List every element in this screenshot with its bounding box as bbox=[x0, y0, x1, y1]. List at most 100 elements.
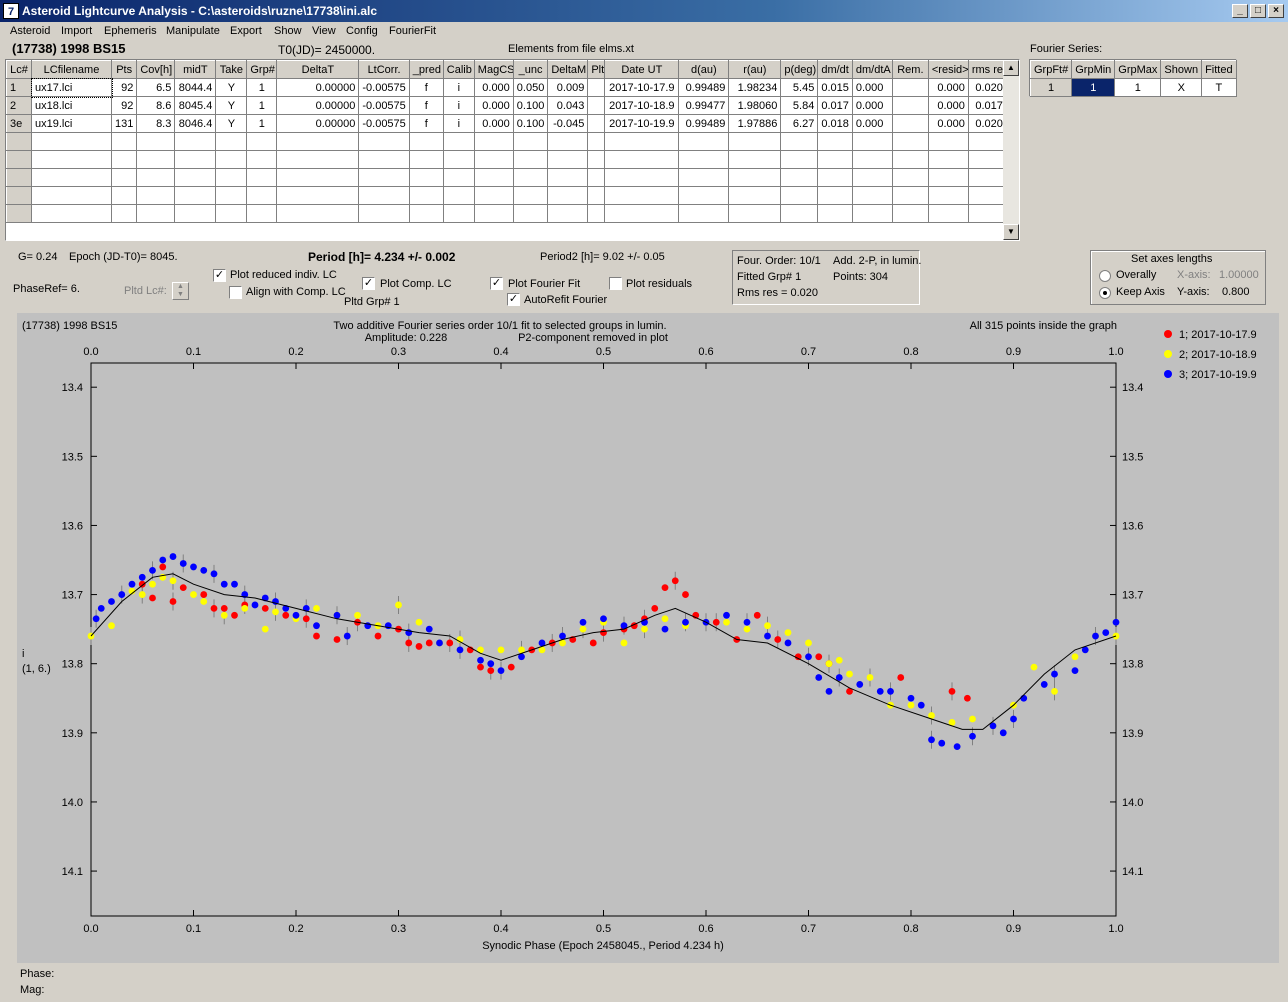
lc-cell[interactable] bbox=[728, 150, 782, 169]
lc-cell[interactable]: 8046.4 bbox=[174, 114, 217, 133]
lc-cell[interactable]: ux18.lci bbox=[31, 96, 112, 115]
menu-config[interactable]: Config bbox=[346, 25, 378, 37]
plot-residuals-checkbox[interactable] bbox=[609, 277, 622, 290]
fourier-col-header[interactable]: GrpMin bbox=[1071, 60, 1116, 79]
lc-cell[interactable] bbox=[358, 150, 410, 169]
lc-cell[interactable] bbox=[780, 186, 819, 205]
lc-cell[interactable] bbox=[967, 204, 1007, 223]
lc-cell[interactable] bbox=[110, 150, 138, 169]
lc-cell[interactable] bbox=[728, 204, 782, 223]
menu-show[interactable]: Show bbox=[274, 25, 302, 37]
lc-cell[interactable] bbox=[473, 186, 514, 205]
lc-cell[interactable] bbox=[276, 204, 360, 223]
lc-cell[interactable]: 2017-10-19.9 bbox=[604, 114, 680, 133]
close-button[interactable]: × bbox=[1268, 4, 1284, 18]
minimize-button[interactable]: _ bbox=[1232, 4, 1248, 18]
lc-cell[interactable]: 2017-10-17.9 bbox=[604, 78, 680, 97]
lc-cell[interactable] bbox=[780, 150, 819, 169]
lc-table-row[interactable]: 3e ux19.lci 131 8.3 8046.4 Y 1 0.00000 -0.00575 f… bbox=[6, 114, 1007, 133]
lc-cell[interactable]: ux17.lci bbox=[30, 77, 113, 98]
lc-cell[interactable] bbox=[604, 168, 680, 187]
lc-cell[interactable] bbox=[891, 204, 929, 223]
lc-cell[interactable]: 0.050 bbox=[512, 78, 549, 97]
scroll-up-icon[interactable]: ▲ bbox=[1003, 60, 1019, 76]
lc-cell[interactable] bbox=[215, 168, 248, 187]
lc-cell[interactable] bbox=[604, 150, 680, 169]
lc-cell[interactable] bbox=[547, 204, 589, 223]
lc-cell[interactable] bbox=[473, 204, 514, 223]
fourier-col-header[interactable]: GrpFt# bbox=[1029, 60, 1073, 79]
fourier-cell[interactable]: X bbox=[1160, 78, 1203, 97]
lc-cell[interactable] bbox=[817, 186, 853, 205]
lc-cell[interactable] bbox=[587, 114, 606, 133]
lc-row-header[interactable]: 2 bbox=[6, 96, 32, 115]
lc-cell[interactable] bbox=[512, 204, 549, 223]
lc-cell[interactable] bbox=[408, 168, 444, 187]
lc-cell[interactable] bbox=[31, 168, 112, 187]
lc-cell[interactable]: f bbox=[408, 114, 444, 133]
lc-cell[interactable]: 0.00000 bbox=[276, 96, 360, 115]
lc-col-header[interactable]: d(au) bbox=[678, 60, 730, 79]
menu-asteroid[interactable]: Asteroid bbox=[10, 25, 50, 37]
lc-cell[interactable] bbox=[851, 132, 893, 151]
lc-cell[interactable] bbox=[547, 132, 589, 151]
lc-cell[interactable] bbox=[110, 168, 138, 187]
lc-cell[interactable] bbox=[927, 150, 969, 169]
lc-cell[interactable] bbox=[246, 186, 278, 205]
lc-cell[interactable] bbox=[136, 186, 176, 205]
plot-reduced-checkbox[interactable]: ✓ bbox=[213, 269, 226, 282]
lc-cell[interactable]: 0.100 bbox=[512, 114, 549, 133]
lc-col-header[interactable]: dm/dtA bbox=[851, 60, 893, 79]
lc-cell[interactable]: Y bbox=[215, 78, 248, 97]
lc-row-header[interactable]: 3e bbox=[6, 114, 32, 133]
lc-cell[interactable]: 0.000 bbox=[851, 114, 893, 133]
lc-cell[interactable]: i bbox=[442, 78, 475, 97]
lc-cell[interactable] bbox=[817, 204, 853, 223]
lc-cell[interactable]: 0.99477 bbox=[678, 96, 730, 115]
lc-cell[interactable] bbox=[967, 150, 1007, 169]
lc-cell[interactable] bbox=[967, 132, 1007, 151]
lc-cell[interactable] bbox=[174, 204, 217, 223]
lc-cell[interactable] bbox=[246, 150, 278, 169]
lc-cell[interactable] bbox=[442, 186, 475, 205]
lc-cell[interactable] bbox=[512, 168, 549, 187]
lc-cell[interactable] bbox=[358, 168, 410, 187]
fourier-cell[interactable]: 1 bbox=[1029, 78, 1073, 97]
maximize-button[interactable]: □ bbox=[1250, 4, 1266, 18]
keep-axis-radio[interactable] bbox=[1099, 287, 1111, 299]
overally-radio[interactable] bbox=[1099, 270, 1111, 282]
lc-cell[interactable] bbox=[678, 168, 730, 187]
lc-cell[interactable] bbox=[110, 186, 138, 205]
menu-view[interactable]: View bbox=[312, 25, 336, 37]
lc-table-row[interactable]: 2 ux18.lci 92 8.6 8045.4 Y 1 0.00000 -0.00575 f i 0… bbox=[6, 96, 1007, 115]
lc-cell[interactable] bbox=[276, 150, 360, 169]
scroll-down-icon[interactable]: ▼ bbox=[1003, 224, 1019, 240]
lc-cell[interactable] bbox=[31, 204, 112, 223]
title-bar[interactable]: 7 Asteroid Lightcurve Analysis - C:\aste… bbox=[0, 0, 1288, 22]
lc-cell[interactable] bbox=[587, 150, 606, 169]
lc-cell[interactable] bbox=[31, 132, 112, 151]
lc-cell[interactable] bbox=[728, 132, 782, 151]
lc-cell[interactable] bbox=[512, 150, 549, 169]
plot-fourier-checkbox[interactable]: ✓ bbox=[490, 277, 503, 290]
lc-cell[interactable]: 0.99489 bbox=[678, 78, 730, 97]
lc-cell[interactable] bbox=[817, 132, 853, 151]
lc-cell[interactable] bbox=[851, 150, 893, 169]
lc-cell[interactable] bbox=[851, 186, 893, 205]
lc-cell[interactable] bbox=[246, 132, 278, 151]
lc-col-header[interactable]: Grp# bbox=[246, 60, 278, 79]
lc-cell[interactable] bbox=[967, 168, 1007, 187]
lc-cell[interactable]: 0.00000 bbox=[276, 114, 360, 133]
lc-col-header[interactable]: DeltaM bbox=[547, 60, 589, 79]
lc-col-header[interactable]: dm/dt bbox=[817, 60, 853, 79]
lc-cell[interactable]: 0.000 bbox=[927, 114, 969, 133]
lc-cell[interactable]: 1.97886 bbox=[728, 114, 782, 133]
lc-cell[interactable] bbox=[512, 132, 549, 151]
lc-cell[interactable] bbox=[604, 132, 680, 151]
lc-cell[interactable]: 0.000 bbox=[927, 96, 969, 115]
lc-cell[interactable] bbox=[817, 168, 853, 187]
lc-cell[interactable] bbox=[604, 204, 680, 223]
lc-cell[interactable] bbox=[512, 186, 549, 205]
lc-cell[interactable]: 1 bbox=[246, 96, 278, 115]
lc-cell[interactable] bbox=[136, 168, 176, 187]
